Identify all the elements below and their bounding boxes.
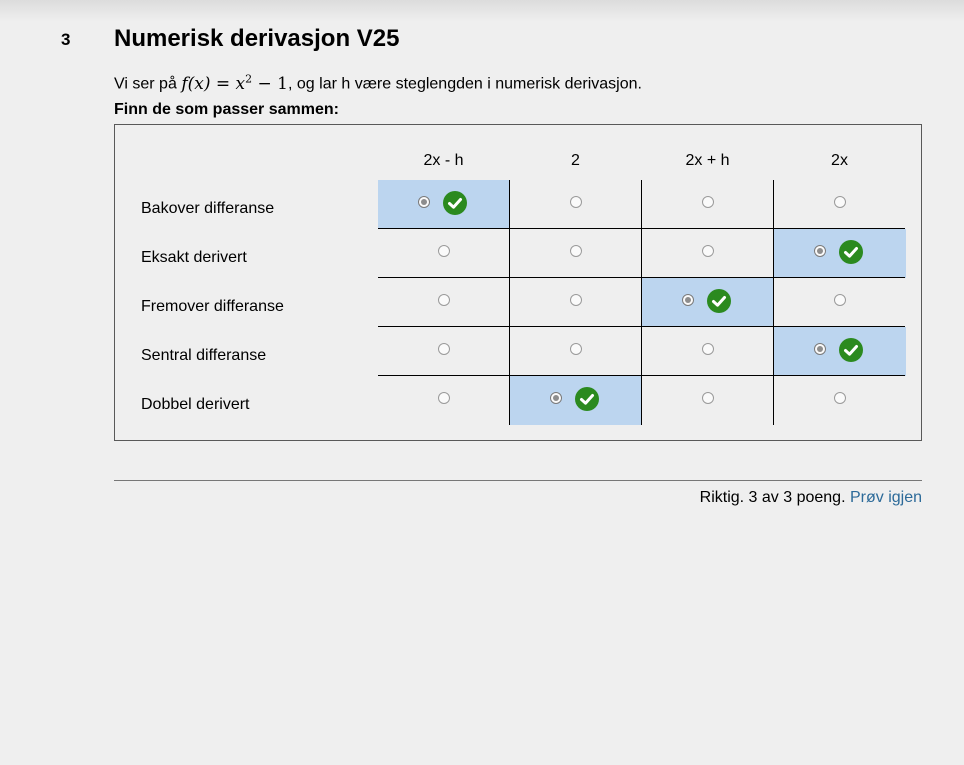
grid-row-divider (378, 326, 905, 327)
formula-rest: − 1 (257, 73, 288, 94)
answer-cell[interactable] (774, 180, 906, 229)
radio-button[interactable] (570, 343, 582, 355)
intro-text-before: Vi ser på (114, 75, 177, 93)
feedback: Riktig. 3 av 3 poeng. Prøv igjen (700, 489, 922, 507)
column-header: 2x + h (685, 152, 730, 169)
grid-column-divider (641, 180, 642, 425)
intro-text-after: , og lar h være steglengden i numerisk d… (288, 75, 642, 93)
radio-button[interactable] (438, 245, 450, 257)
answer-cell[interactable] (510, 278, 642, 327)
answer-cell[interactable] (510, 327, 642, 376)
grid-row-divider (378, 228, 905, 229)
radio-button[interactable] (682, 294, 694, 306)
answer-cell[interactable] (774, 278, 906, 327)
result-text: Riktig. 3 av 3 poeng. (699, 489, 846, 506)
matching-matrix: 2x - h 2 2x + h 2x Bakover differanse Eksakt … (114, 124, 922, 441)
answer-cell[interactable] (642, 180, 774, 229)
answer-cell[interactable] (378, 376, 510, 425)
formula-exponent: 2 (245, 72, 253, 85)
answer-cell[interactable] (378, 327, 510, 376)
formula-base: x (235, 73, 246, 94)
answer-cell[interactable] (774, 327, 906, 376)
radio-button[interactable] (570, 245, 582, 257)
top-shadow (0, 0, 964, 22)
row-label: Fremover differanse (141, 298, 284, 315)
formula-equals: = (215, 73, 231, 94)
row-label: Dobbel derivert (141, 396, 250, 413)
check-circle-icon (575, 387, 599, 411)
question-title: Numerisk derivasjon V25 (114, 25, 400, 52)
grid-row-divider (378, 375, 905, 376)
question-number: 3 (61, 30, 71, 49)
radio-button[interactable] (834, 392, 846, 404)
answer-cell[interactable] (378, 229, 510, 278)
radio-button[interactable] (702, 343, 714, 355)
retry-link[interactable]: Prøv igjen (850, 489, 922, 506)
radio-button[interactable] (702, 196, 714, 208)
radio-button[interactable] (438, 343, 450, 355)
check-circle-icon (707, 289, 731, 313)
formula: f(x) = x2 − 1 (181, 72, 288, 94)
radio-button[interactable] (438, 294, 450, 306)
answer-cell[interactable] (510, 180, 642, 229)
radio-button[interactable] (814, 245, 826, 257)
divider (114, 480, 922, 481)
answer-cell[interactable] (510, 229, 642, 278)
radio-button[interactable] (570, 196, 582, 208)
radio-button[interactable] (570, 294, 582, 306)
column-header: 2x - h (423, 152, 464, 169)
grid-row-divider (378, 277, 905, 278)
answer-cell[interactable] (642, 278, 774, 327)
answer-cell[interactable] (642, 327, 774, 376)
radio-button[interactable] (834, 294, 846, 306)
column-header: 2x (831, 152, 848, 169)
answer-cell[interactable] (378, 278, 510, 327)
grid-column-divider (773, 180, 774, 425)
answer-cell[interactable] (774, 376, 906, 425)
radio-button[interactable] (418, 196, 430, 208)
row-label: Sentral differanse (141, 347, 267, 364)
answer-cell[interactable] (642, 229, 774, 278)
answer-cell[interactable] (510, 376, 642, 425)
radio-button[interactable] (550, 392, 562, 404)
answer-cell[interactable] (642, 376, 774, 425)
formula-lhs: f(x) (181, 73, 211, 94)
row-label: Bakover differanse (141, 200, 275, 217)
question-intro: Vi ser på f(x) = x2 − 1, og lar h være s… (114, 72, 642, 94)
check-circle-icon (839, 240, 863, 264)
column-header: 2 (571, 152, 580, 169)
radio-button[interactable] (438, 392, 450, 404)
answer-cell[interactable] (378, 180, 510, 229)
radio-button[interactable] (702, 245, 714, 257)
answer-cell[interactable] (774, 229, 906, 278)
radio-button[interactable] (702, 392, 714, 404)
grid-column-divider (509, 180, 510, 425)
question-instruction: Finn de som passer sammen: (114, 101, 339, 118)
radio-button[interactable] (834, 196, 846, 208)
check-circle-icon (443, 191, 467, 215)
radio-button[interactable] (814, 343, 826, 355)
check-circle-icon (839, 338, 863, 362)
row-label: Eksakt derivert (141, 249, 247, 266)
